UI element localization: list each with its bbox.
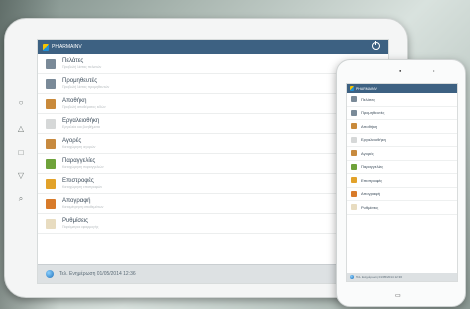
phone-menu-label: Απογραφή [361, 191, 381, 197]
phone-home-button[interactable]: ▭ [395, 292, 401, 299]
phone-menu-icon [351, 163, 357, 170]
menu-item-subtitle: Προβολή λίστας πελατών [62, 64, 102, 69]
phone-menu-icon [351, 190, 357, 197]
phone-last-update-bar: Τελ. Ενημέρωση 01/05/2014 12:36 [347, 273, 457, 281]
menu-item-text: Παραγγελίες Καταχώρηση παραγγελιών [62, 158, 104, 170]
menu-item-label: Αποθήκη [62, 97, 87, 104]
phone-sensor-icon: • [433, 68, 435, 73]
phone-screen: PHARMAINV Πελάτες Προμηθευτές Αποθήκη Εργαλ… [346, 83, 458, 282]
app-logo-icon [43, 43, 49, 51]
returns-icon [46, 178, 56, 189]
menu-item-label: Ρυθμίσεις [62, 217, 89, 224]
inventory-icon [46, 198, 56, 209]
clients-icon [46, 58, 56, 69]
phone-menu-item-2[interactable]: Αποθήκη [347, 120, 457, 134]
phone-menu-icon [351, 136, 357, 143]
menu-item-text: Πελάτες Προβολή λίστας πελατών [62, 58, 101, 70]
phone-menu-icon [351, 109, 357, 116]
phone-menu-label: Πελάτες [361, 96, 376, 102]
menu-item-subtitle: Παράμετροι εφαρμογής [62, 224, 99, 229]
search-hw-icon: ⌕ [18, 194, 24, 203]
phone-menu-item-3[interactable]: Εργαλειοθήκη [347, 134, 457, 147]
home-hw-icon: △ [17, 124, 25, 133]
phone-menu-item-6[interactable]: Επιστροφές [347, 174, 457, 188]
warehouse-icon [46, 98, 56, 109]
menu-item-subtitle: Εργαλεία και βοηθήματα [62, 124, 100, 129]
phone-menu-icon [351, 150, 357, 157]
phone-menu-item-8[interactable]: Ρυθμίσεις [347, 201, 457, 215]
square-hw-icon: □ [18, 148, 24, 157]
app-title: PHARMAINV [52, 44, 82, 50]
menu-item-subtitle: Καταχώρηση επιστροφών [62, 184, 103, 189]
menu-item-label: Εργαλειοθήκη [62, 117, 100, 124]
settings-icon [46, 218, 56, 229]
phone-app-bar: PHARMAINV [347, 84, 457, 93]
phone-menu-label: Προμηθευτές [361, 110, 385, 116]
phone-globe-icon [350, 275, 354, 279]
menu-item-text: Εργαλειοθήκη Εργαλεία και βοηθήματα [62, 118, 100, 130]
globe-icon [46, 270, 54, 278]
phone-device: ● • PHARMAINV Πελάτες Προμηθευτές Αποθήκη Ε… [336, 59, 466, 307]
suppliers-icon [46, 78, 56, 89]
phone-menu-icon [351, 177, 357, 184]
menu-item-text: Επιστροφές Καταχώρηση επιστροφών [62, 178, 102, 190]
menu-item-label: Αγορές [62, 137, 82, 144]
phone-app-logo-icon [350, 86, 354, 91]
phone-menu-label: Εργαλειοθήκη [361, 137, 386, 143]
menu-item-text: Απογραφή Καταμέτρηση αποθεμάτων [62, 198, 103, 210]
back-hw-icon: ▽ [17, 171, 25, 180]
phone-menu-list: Πελάτες Προμηθευτές Αποθήκη Εργαλειοθήκη Αγο… [347, 93, 457, 215]
power-icon[interactable] [372, 41, 380, 50]
menu-item-text: Αγορές Καταχώρηση αγορών [62, 138, 95, 150]
phone-last-update-text: Τελ. Ενημέρωση 01/05/2014 12:36 [356, 275, 403, 279]
menu-item-label: Επιστροφές [62, 177, 94, 184]
menu-item-text: Ρυθμίσεις Παράμετροι εφαρμογής [62, 218, 98, 230]
menu-item-label: Πελάτες [62, 57, 84, 64]
phone-menu-item-4[interactable]: Αγορές [347, 147, 457, 161]
camera-icon: ○ [18, 98, 24, 107]
menu-item-subtitle: Καταμέτρηση αποθεμάτων [62, 204, 104, 209]
menu-item-text: Προμηθευτές Προβολή λίστας προμηθευτών [62, 78, 109, 90]
phone-menu-item-0[interactable]: Πελάτες [347, 93, 457, 107]
menu-item-subtitle: Καταχώρηση παραγγελιών [62, 164, 104, 169]
app-bar: PHARMAINV [38, 40, 388, 54]
phone-menu-label: Επιστροφές [361, 177, 383, 183]
phone-menu-label: Ρυθμίσεις [361, 204, 379, 210]
phone-menu-item-5[interactable]: Παραγγελίες [347, 161, 457, 174]
menu-item-label: Απογραφή [62, 197, 91, 204]
menu-item-label: Προμηθευτές [62, 77, 98, 84]
phone-menu-item-1[interactable]: Προμηθευτές [347, 107, 457, 120]
phone-menu-icon [351, 204, 357, 211]
toolbox-icon [46, 118, 56, 129]
phone-menu-label: Παραγγελίες [361, 164, 384, 170]
menu-item-label: Παραγγελίες [62, 157, 96, 164]
phone-menu-item-7[interactable]: Απογραφή [347, 188, 457, 201]
menu-item-text: Αποθήκη Προβολή αποθέματος ειδών [62, 98, 106, 110]
phone-camera-icon: ● [399, 68, 402, 73]
phone-menu-label: Αγορές [361, 150, 374, 156]
phone-app-title: PHARMAINV [356, 86, 377, 91]
menu-item-subtitle: Καταχώρηση αγορών [62, 144, 96, 149]
menu-item-subtitle: Προβολή λίστας προμηθευτών [62, 84, 110, 89]
phone-menu-icon [351, 96, 357, 103]
menu-item-subtitle: Προβολή αποθέματος ειδών [62, 104, 106, 109]
last-update-text: Τελ. Ενημέρωση 01/05/2014 12:36 [59, 271, 136, 277]
purchases-icon [46, 138, 56, 149]
phone-menu-label: Αποθήκη [361, 123, 378, 129]
orders-icon [46, 158, 56, 169]
phone-menu-icon [351, 123, 357, 130]
